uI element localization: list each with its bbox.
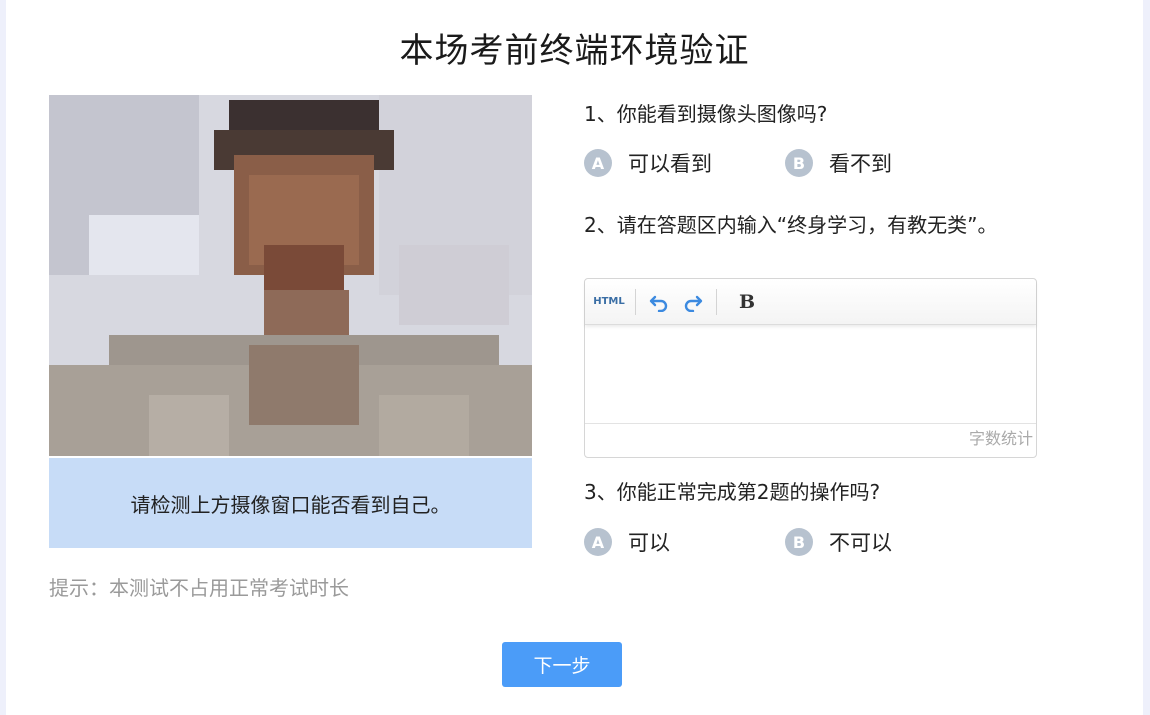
word-count-label: 字数统计 bbox=[585, 423, 1036, 454]
html-source-button[interactable]: HTML bbox=[591, 287, 627, 317]
option-b-badge: B bbox=[785, 149, 813, 177]
redo-icon[interactable] bbox=[678, 287, 708, 317]
q1-option-b[interactable]: B 看不到 bbox=[785, 148, 892, 178]
editor-toolbar: HTML B bbox=[585, 279, 1036, 325]
page-title: 本场考前终端环境验证 bbox=[399, 31, 750, 71]
question-1: 1、你能看到摄像头图像吗? bbox=[584, 102, 828, 126]
main-card: 本场考前终端环境验证 请检测上方摄像窗口能否看到自己。 提示：本测试不占用正常考… bbox=[6, 0, 1143, 715]
option-label: 不可以 bbox=[829, 531, 892, 555]
camera-image bbox=[49, 95, 532, 456]
option-a-badge: A bbox=[584, 528, 612, 556]
bold-button[interactable]: B bbox=[733, 287, 761, 317]
option-label: 可以看到 bbox=[628, 152, 712, 176]
option-b-badge: B bbox=[785, 528, 813, 556]
hint-text: 提示：本测试不占用正常考试时长 bbox=[49, 576, 349, 600]
camera-preview bbox=[49, 95, 532, 456]
toolbar-divider bbox=[635, 288, 636, 315]
question-2: 2、请在答题区内输入“终身学习，有教无类”。 bbox=[584, 213, 998, 237]
undo-icon[interactable] bbox=[644, 287, 674, 317]
q3-option-b[interactable]: B 不可以 bbox=[785, 527, 892, 557]
camera-caption: 请检测上方摄像窗口能否看到自己。 bbox=[49, 458, 532, 548]
option-label: 看不到 bbox=[829, 152, 892, 176]
toolbar-divider bbox=[716, 288, 717, 315]
q1-option-a[interactable]: A 可以看到 bbox=[584, 148, 712, 178]
option-label: 可以 bbox=[628, 531, 670, 555]
next-step-button[interactable]: 下一步 bbox=[502, 642, 622, 687]
option-a-badge: A bbox=[584, 149, 612, 177]
editor-text-area[interactable] bbox=[585, 325, 1036, 423]
q3-option-a[interactable]: A 可以 bbox=[584, 527, 670, 557]
answer-editor: HTML B 字数统计 bbox=[584, 278, 1037, 458]
question-3: 3、你能正常完成第2题的操作吗? bbox=[584, 480, 881, 504]
